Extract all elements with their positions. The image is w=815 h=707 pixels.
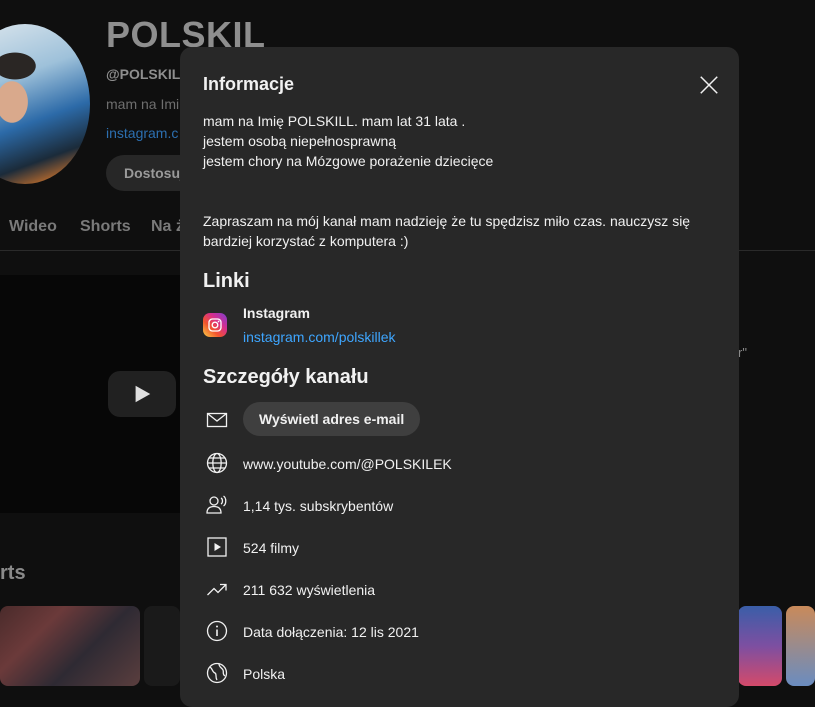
description-line: jestem chory na Mózgowe porażenie dzieci… — [203, 153, 494, 169]
channel-link-snippet[interactable]: instagram.c — [106, 125, 178, 141]
close-button[interactable] — [692, 68, 726, 102]
video-icon — [205, 535, 229, 559]
subscribers-icon — [205, 493, 229, 517]
join-date: Data dołączenia: 12 lis 2021 — [243, 624, 419, 640]
video-title-fragment: r" — [738, 345, 747, 360]
channel-description: mam na Imię POLSKILL. mam lat 31 lata . … — [203, 111, 723, 251]
short-thumbnail[interactable] — [786, 606, 815, 686]
dialog-title: Informacje — [203, 74, 295, 94]
channel-description-snippet[interactable]: mam na Imi — [106, 96, 179, 112]
short-thumbnail[interactable] — [738, 606, 782, 686]
close-icon — [700, 76, 718, 94]
about-dialog: Informacje mam na Imię POLSKILL. mam lat… — [180, 47, 739, 707]
tab-live[interactable]: Na ż — [151, 218, 184, 236]
play-icon — [135, 385, 151, 403]
shorts-section-heading: rts — [0, 562, 26, 584]
short-thumbnail[interactable] — [144, 606, 180, 686]
instagram-link[interactable]: instagram.com/polskillek — [243, 329, 396, 345]
description-line: mam na Imię POLSKILL. mam lat 31 lata . — [203, 113, 466, 129]
short-thumbnail[interactable] — [0, 606, 140, 686]
description-line: Zapraszam na mój kanał mam nadzieję że t… — [203, 213, 691, 249]
tab-shorts[interactable]: Shorts — [80, 218, 131, 236]
video-count: 524 filmy — [243, 540, 300, 556]
globe-icon — [205, 451, 229, 475]
globe-location-icon — [205, 661, 229, 685]
subscriber-count: 1,14 tys. subskrybentów — [243, 498, 394, 514]
view-count: 211 632 wyświetlenia — [243, 582, 376, 598]
country: Polska — [243, 666, 286, 682]
channel-url: www.youtube.com/@POLSKILEK — [243, 456, 452, 472]
trending-icon — [205, 577, 229, 601]
channel-avatar[interactable] — [0, 24, 90, 184]
links-heading: Linki — [203, 270, 250, 292]
description-line: jestem osobą niepełnosprawną — [203, 133, 397, 149]
channel-handle: @POLSKILE — [106, 66, 190, 82]
mail-icon — [205, 408, 229, 432]
play-button[interactable] — [108, 371, 176, 417]
tab-videos[interactable]: Wideo — [9, 218, 57, 236]
link-name: Instagram — [243, 305, 310, 321]
info-icon — [205, 619, 229, 643]
show-email-button[interactable]: Wyświetl adres e-mail — [243, 402, 421, 436]
channel-details-heading: Szczegóły kanału — [203, 366, 369, 388]
instagram-icon — [203, 313, 227, 337]
